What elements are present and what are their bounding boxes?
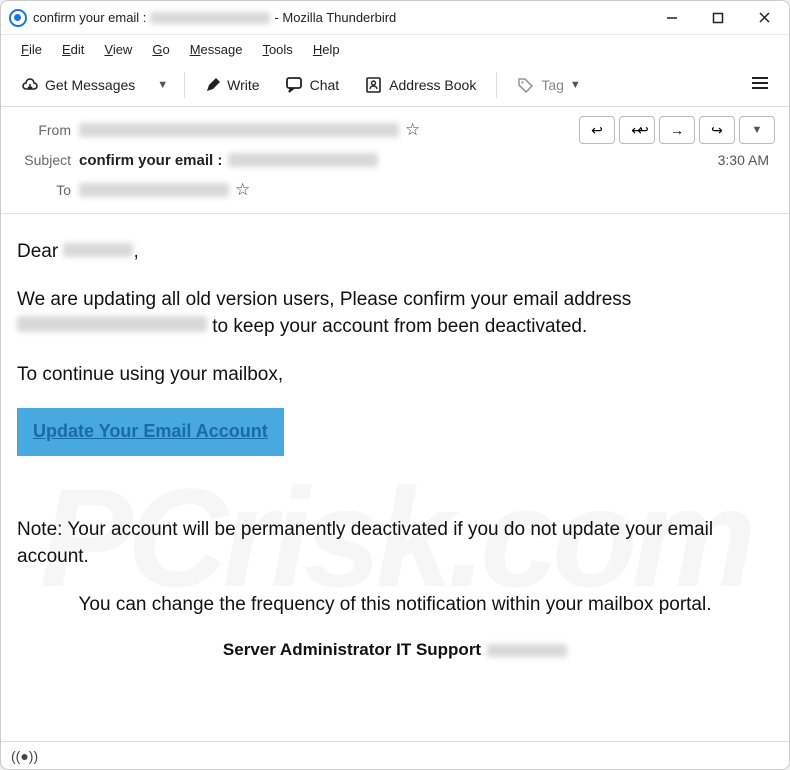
address-book-label: Address Book <box>389 77 476 93</box>
redacted-to <box>79 183 229 197</box>
to-value: ☆ <box>79 180 250 200</box>
to-label: To <box>15 182 71 198</box>
greeting: Dear , <box>17 238 773 266</box>
watermark: PCrisk.com <box>1 274 789 741</box>
app-window: confirm your email : - Mozilla Thunderbi… <box>0 0 790 770</box>
paragraph-1: We are updating all old version users, P… <box>17 286 773 341</box>
from-row: From ☆ ↩ ↩↩ → ↪ ▼ <box>15 115 775 145</box>
get-messages-label: Get Messages <box>45 77 135 93</box>
menubar: File Edit View Go Message Tools Help <box>1 35 789 63</box>
address-book-icon <box>365 77 383 93</box>
subject-label: Subject <box>15 152 71 168</box>
from-label: From <box>15 122 71 138</box>
reply-icon: ↩ <box>591 122 603 139</box>
write-button[interactable]: Write <box>195 71 269 99</box>
menu-message[interactable]: Message <box>180 38 253 61</box>
broadcast-icon[interactable]: ((●)) <box>11 748 38 764</box>
redacted-subject-email <box>228 153 378 167</box>
maximize-button[interactable] <box>695 2 741 34</box>
message-headers: From ☆ ↩ ↩↩ → ↪ ▼ Subject confirm your e… <box>1 107 789 214</box>
greeting-suffix: , <box>133 241 138 262</box>
window-title: confirm your email : - Mozilla Thunderbi… <box>33 10 396 25</box>
menu-view[interactable]: View <box>94 38 142 61</box>
menu-edit[interactable]: Edit <box>52 38 94 61</box>
get-messages-dropdown[interactable]: ▼ <box>151 73 174 97</box>
tag-label: Tag <box>541 77 564 93</box>
from-value: ☆ <box>79 120 420 140</box>
menu-file[interactable]: File <box>11 38 52 61</box>
thunderbird-icon <box>9 9 27 27</box>
window-controls <box>649 2 787 34</box>
minimize-button[interactable] <box>649 2 695 34</box>
write-label: Write <box>227 77 259 93</box>
redacted-from <box>79 123 399 137</box>
tag-icon <box>517 77 535 93</box>
reply-button[interactable]: ↩ <box>579 116 615 144</box>
close-button[interactable] <box>741 2 787 34</box>
paragraph-2: To continue using your mailbox, <box>17 361 773 389</box>
update-account-button[interactable]: Update Your Email Account <box>17 408 284 456</box>
title-prefix: confirm your email : <box>33 10 146 25</box>
redacted-name <box>63 243 133 257</box>
maximize-icon <box>712 12 724 24</box>
menu-help[interactable]: Help <box>303 38 350 61</box>
chevron-down-icon: ▼ <box>752 124 763 136</box>
pencil-icon <box>205 77 221 93</box>
redirect-button[interactable]: ↪ <box>699 116 735 144</box>
message-body: PCrisk.com Dear , We are updating all ol… <box>1 214 789 741</box>
reply-all-icon: ↩↩ <box>631 122 642 139</box>
subject-value: confirm your email : <box>79 152 378 169</box>
toolbar-divider-2 <box>496 72 497 98</box>
toolbar-divider <box>184 72 185 98</box>
to-row: To ☆ <box>15 175 775 205</box>
redacted-sig-domain <box>487 644 567 657</box>
star-icon[interactable]: ☆ <box>235 180 250 200</box>
tag-button[interactable]: Tag ▼ <box>507 71 590 99</box>
subject-row: Subject confirm your email : 3:30 AM <box>15 145 775 175</box>
message-time: 3:30 AM <box>718 152 775 168</box>
address-book-button[interactable]: Address Book <box>355 71 486 99</box>
forward-icon: → <box>670 122 684 138</box>
title-suffix: - Mozilla Thunderbird <box>274 10 396 25</box>
toolbar: Get Messages ▼ Write Chat Address Book T… <box>1 63 789 107</box>
hamburger-icon <box>751 76 769 90</box>
signature: Server Administrator IT Support <box>17 638 773 663</box>
more-actions-button[interactable]: ▼ <box>739 116 775 144</box>
download-cloud-icon <box>21 77 39 93</box>
star-icon[interactable]: ☆ <box>405 120 420 140</box>
signature-text: Server Administrator IT Support <box>223 638 481 663</box>
redacted-body-email <box>17 316 207 332</box>
note: Note: Your account will be permanently d… <box>17 516 773 571</box>
message-actions: ↩ ↩↩ → ↪ ▼ <box>579 116 775 144</box>
chevron-down-icon: ▼ <box>570 79 581 91</box>
minimize-icon <box>666 12 678 24</box>
menu-tools[interactable]: Tools <box>252 38 302 61</box>
chevron-down-icon: ▼ <box>157 79 168 91</box>
chat-button[interactable]: Chat <box>276 71 350 99</box>
frequency-note: You can change the frequency of this not… <box>17 591 773 619</box>
chat-icon <box>286 77 304 93</box>
statusbar: ((●)) <box>1 741 789 769</box>
reply-all-button[interactable]: ↩↩ <box>619 116 655 144</box>
p1-a: We are updating all old version users, P… <box>17 289 631 310</box>
menu-go[interactable]: Go <box>142 38 179 61</box>
update-account-link[interactable]: Update Your Email Account <box>33 421 268 441</box>
subject-prefix: confirm your email : <box>79 152 222 169</box>
forward-button[interactable]: → <box>659 116 695 144</box>
titlebar: confirm your email : - Mozilla Thunderbi… <box>1 1 789 35</box>
get-messages-button[interactable]: Get Messages <box>11 71 145 99</box>
redirect-icon: ↪ <box>711 122 723 139</box>
redacted-email <box>150 12 270 24</box>
p1-b: to keep your account from been deactivat… <box>212 316 587 337</box>
chat-label: Chat <box>310 77 340 93</box>
app-menu-button[interactable] <box>741 68 779 101</box>
close-icon <box>758 11 771 24</box>
greeting-prefix: Dear <box>17 241 63 262</box>
